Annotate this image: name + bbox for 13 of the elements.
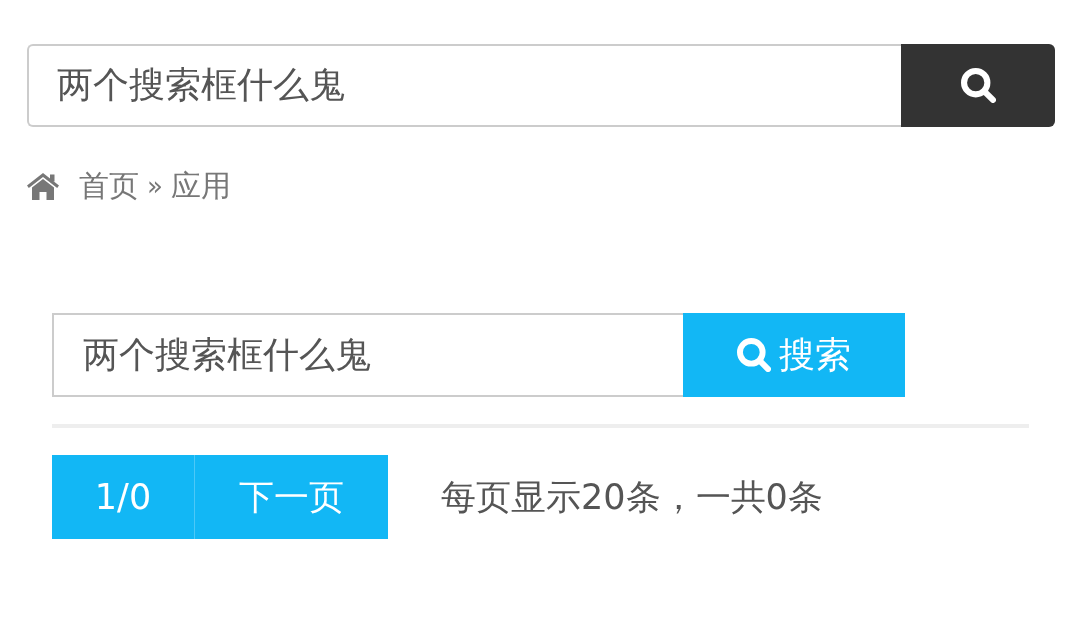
breadcrumb-current: 应用 <box>170 166 231 205</box>
search-button[interactable]: 搜索 <box>683 313 905 397</box>
search-icon <box>960 68 996 103</box>
page-counter: 1/0 <box>52 455 194 539</box>
search-field[interactable]: 两个搜索框什么鬼 <box>27 44 901 127</box>
search-icon <box>737 338 771 372</box>
home-icon[interactable] <box>27 172 59 200</box>
next-page-button[interactable]: 下一页 <box>194 455 388 539</box>
breadcrumb-link[interactable]: 首页 <box>79 165 139 207</box>
search-button[interactable] <box>901 44 1055 127</box>
search-field[interactable]: 两个搜索框什么鬼 <box>52 313 683 397</box>
page-summary-text: 每页显示20条，一共0条 <box>441 475 823 519</box>
breadcrumb-separator: » <box>147 171 163 201</box>
